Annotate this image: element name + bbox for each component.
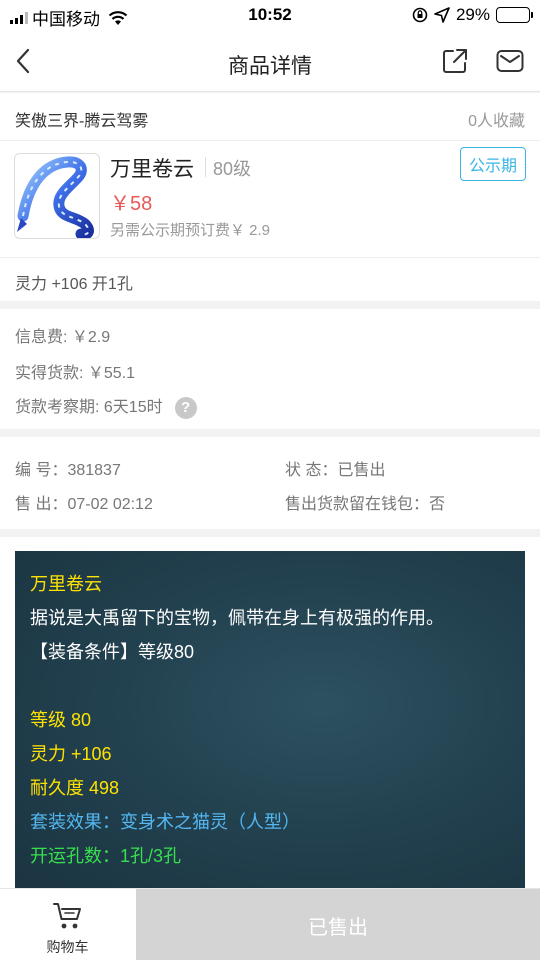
item-attribute: 灵力 +106 开1孔 bbox=[15, 276, 133, 293]
item-card: 笑傲三界-腾云驾雾 0人收藏 万里卷云 80级 ￥58 另需公示期预订费￥ 2.… bbox=[0, 93, 540, 301]
desc-spacer bbox=[30, 669, 510, 703]
battery-percent: 29% bbox=[455, 5, 490, 24]
desc-set-effect: 套装效果：变身术之猫灵（人型） bbox=[30, 812, 300, 832]
desc-slots: 开运孔数：1孔/3孔 bbox=[30, 846, 182, 866]
help-icon[interactable]: ? bbox=[174, 396, 197, 419]
location-icon bbox=[434, 7, 450, 23]
description-section: 万里卷云 据说是大禹留下的宝物，佩带在身上有极强的作用。 【装备条件】等级80 … bbox=[0, 537, 540, 891]
booking-fee: 另需公示期预订费￥ 2.9 bbox=[110, 222, 271, 239]
desc-lore: 据说是大禹留下的宝物，佩带在身上有极强的作用。 bbox=[30, 608, 444, 628]
order-status: 状 态：已售出 bbox=[285, 462, 386, 479]
name-divider bbox=[205, 157, 206, 177]
bottom-bar: 购物车 已售出 bbox=[0, 888, 540, 960]
mail-icon[interactable] bbox=[496, 49, 524, 73]
item-name: 万里卷云 bbox=[110, 158, 194, 181]
order-card: 编 号：381837 状 态：已售出 售 出：07-02 02:12 售出货款留… bbox=[0, 437, 540, 529]
order-number: 编 号：381837 bbox=[15, 462, 121, 479]
orientation-lock-icon bbox=[412, 7, 428, 23]
info-fee: 信息费: ￥2.9 bbox=[15, 329, 111, 346]
status-badge: 公示期 bbox=[459, 147, 526, 181]
sold-time: 售 出：07-02 02:12 bbox=[15, 496, 153, 513]
battery-icon bbox=[496, 7, 533, 23]
actual-payment: 实得货款: ￥55.1 bbox=[15, 365, 136, 382]
desc-title: 万里卷云 bbox=[30, 574, 102, 594]
review-period: 货款考察期: 6天15时 bbox=[15, 399, 163, 416]
nav-bar: 商品详情 bbox=[0, 32, 540, 92]
desc-requirement: 【装备条件】等级80 bbox=[30, 642, 195, 662]
review-period-row: 货款考察期: 6天15时? bbox=[15, 393, 197, 419]
item-image bbox=[17, 156, 94, 238]
cart-icon bbox=[53, 903, 81, 929]
item-thumbnail[interactable] bbox=[14, 153, 100, 239]
cart-label: 购物车 bbox=[46, 939, 89, 955]
share-icon[interactable] bbox=[442, 48, 468, 74]
item-price: ￥58 bbox=[110, 193, 153, 215]
attribute-row: 灵力 +106 开1孔 bbox=[0, 257, 540, 301]
wallet-option: 售出货款留在钱包：否 bbox=[285, 496, 446, 513]
desc-level: 等级 80 bbox=[30, 710, 92, 730]
status-right: 29% bbox=[412, 5, 533, 25]
sold-out-button[interactable]: 已售出 bbox=[136, 889, 540, 960]
fee-card: 信息费: ￥2.9 实得货款: ￥55.1 货款考察期: 6天15时? bbox=[0, 309, 540, 429]
server-name: 笑傲三界-腾云驾雾 bbox=[15, 113, 149, 130]
server-row: 笑傲三界-腾云驾雾 0人收藏 bbox=[0, 93, 540, 141]
favorites-count[interactable]: 0人收藏 bbox=[468, 107, 525, 131]
cart-button[interactable]: 购物车 bbox=[0, 889, 135, 960]
status-bar: 中国移动 10:52 29% bbox=[0, 0, 540, 32]
item-description: 万里卷云 据说是大禹留下的宝物，佩带在身上有极强的作用。 【装备条件】等级80 … bbox=[15, 551, 525, 891]
item-level: 80级 bbox=[213, 159, 252, 179]
desc-durability: 耐久度 498 bbox=[30, 778, 120, 798]
desc-spirit: 灵力 +106 bbox=[30, 744, 112, 764]
